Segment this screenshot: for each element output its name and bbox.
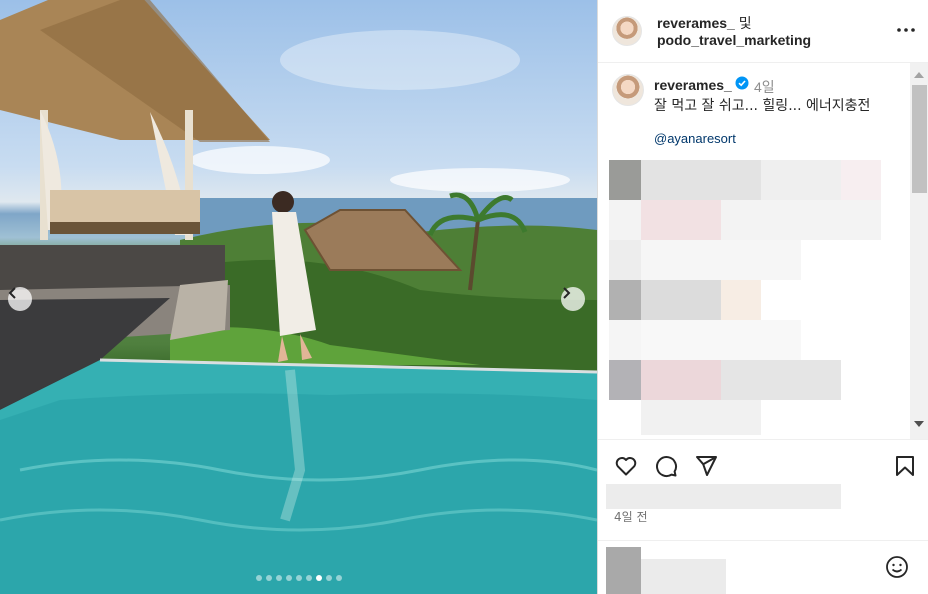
caption-mention-link[interactable]: @ayanaresort — [654, 131, 736, 146]
carousel-dot — [265, 575, 272, 581]
comment-input-blurred[interactable] — [641, 559, 726, 594]
carousel-prev-button[interactable] — [8, 287, 32, 311]
instagram-post-modal: reverames_ 및 podo_travel_marketing rever… — [0, 0, 928, 594]
caption-text: 잘 먹고 잘 쉬고... 힐링... 에너지충전 — [654, 98, 871, 114]
owner-username[interactable]: reverames_ — [657, 15, 735, 31]
heart-icon[interactable] — [614, 454, 638, 478]
verified-badge-icon — [735, 76, 749, 90]
carousel-dot — [335, 575, 342, 581]
add-comment-bar — [598, 540, 928, 594]
scroll-thumb[interactable] — [912, 85, 927, 193]
caption-avatar[interactable] — [612, 74, 644, 106]
carousel-dot — [295, 575, 302, 581]
likes-count-blurred — [606, 484, 841, 509]
bookmark-icon[interactable] — [893, 454, 917, 478]
carousel-dot — [315, 575, 322, 581]
scroll-down-arrow[interactable] — [914, 421, 924, 427]
carousel-dot — [255, 575, 262, 581]
chevron-left-icon — [8, 287, 16, 299]
post-photo — [0, 0, 597, 594]
send-icon[interactable] — [694, 454, 718, 478]
emoji-icon[interactable] — [885, 555, 909, 579]
carousel-dot — [285, 575, 292, 581]
commenter-avatar-blurred — [606, 547, 641, 594]
post-header: reverames_ 및 podo_travel_marketing — [598, 0, 928, 63]
chevron-right-icon — [563, 287, 571, 299]
carousel-dot — [275, 575, 282, 581]
collab-username[interactable]: podo_travel_marketing — [657, 31, 811, 49]
caption-username[interactable]: reverames_ — [654, 77, 732, 93]
scroll-up-arrow[interactable] — [914, 72, 924, 78]
carousel-next-button[interactable] — [561, 287, 585, 311]
caption-time[interactable]: 4일 — [754, 77, 775, 97]
carousel-dot — [305, 575, 312, 581]
comments-section: reverames_ 4일 잘 먹고 잘 쉬고... 힐링... 에너지충전 @… — [598, 63, 928, 440]
resort-photo-illustration — [0, 0, 597, 594]
carousel-indicator — [0, 575, 597, 581]
post-date[interactable]: 4일 전 — [614, 508, 648, 525]
post-actions — [598, 451, 928, 481]
post-sidebar: reverames_ 및 podo_travel_marketing rever… — [597, 0, 928, 594]
owner-avatar[interactable] — [612, 16, 642, 46]
more-horizontal-icon[interactable] — [894, 20, 918, 40]
owner-conjunction: 및 — [738, 15, 752, 31]
owner-names: reverames_ 및 — [657, 14, 752, 32]
comment-icon[interactable] — [654, 454, 678, 478]
carousel-dot — [325, 575, 332, 581]
comments-scrollbar[interactable] — [910, 63, 928, 439]
